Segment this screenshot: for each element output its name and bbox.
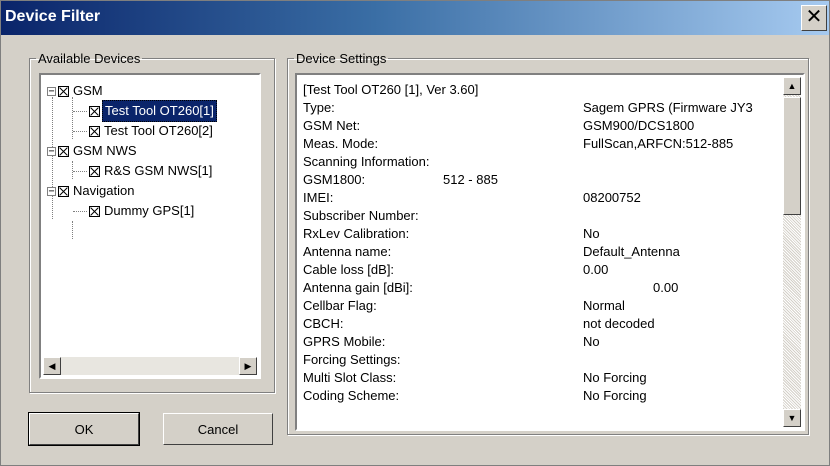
scroll-left-icon[interactable]: ◀	[43, 357, 61, 375]
setting-value: Default_Antenna	[583, 244, 680, 259]
tree-connector	[73, 130, 87, 132]
setting-value: No	[583, 226, 600, 241]
tree-node-navigation[interactable]: − Navigation	[47, 181, 136, 201]
setting-value: 0.00	[583, 262, 609, 277]
tree-node-test-tool-2[interactable]: Test Tool OT260[2]	[73, 121, 215, 141]
tree-node-label: Test Tool OT260[2]	[104, 123, 213, 138]
setting-label: Cable loss [dB]:	[303, 262, 395, 277]
close-icon[interactable]: ✕	[801, 5, 827, 31]
setting-value: FullScan,ARFCN:512-885	[583, 136, 734, 151]
setting-value: 512 - 885	[443, 172, 498, 187]
setting-label: IMEI:	[303, 190, 334, 205]
available-devices-legend: Available Devices	[38, 51, 141, 66]
scroll-right-icon[interactable]: ▶	[239, 357, 257, 375]
device-checkbox[interactable]	[58, 145, 69, 157]
device-checkbox[interactable]	[89, 165, 100, 177]
setting-value: Normal	[583, 298, 625, 313]
tree-node-gsm[interactable]: − GSM	[47, 81, 105, 101]
collapse-icon[interactable]: −	[47, 86, 56, 96]
device-checkbox[interactable]	[89, 125, 100, 137]
setting-value: 08200752	[583, 190, 641, 205]
setting-label: Multi Slot Class:	[303, 370, 397, 385]
device-checkbox[interactable]	[58, 185, 69, 197]
device-settings-list[interactable]: [Test Tool OT260 [1], Ver 3.60] Type: Sa…	[295, 73, 805, 431]
title-bar[interactable]: Device Filter ✕	[1, 1, 829, 35]
setting-value: 0.00	[653, 280, 679, 295]
tree-node-label: Navigation	[73, 183, 135, 198]
setting-label: RxLev Calibration:	[303, 226, 410, 241]
setting-value: GSM900/DCS1800	[583, 118, 695, 133]
horizontal-scrollbar[interactable]: ◀ ▶	[43, 357, 257, 375]
setting-value: not decoded	[583, 316, 655, 331]
setting-label: GSM1800:	[303, 172, 366, 187]
setting-label: Cellbar Flag:	[303, 298, 377, 313]
device-tree[interactable]: − GSM Test Tool OT260[1] Test Tool OT260…	[39, 73, 261, 379]
collapse-icon[interactable]: −	[47, 146, 56, 156]
device-settings-legend: Device Settings	[296, 51, 387, 66]
scroll-up-icon[interactable]: ▲	[783, 77, 801, 95]
tree-connector	[73, 210, 87, 212]
tree-node-label: R&S GSM NWS[1]	[104, 163, 213, 178]
setting-label: GSM Net:	[303, 118, 361, 133]
setting-label: [Test Tool OT260 [1], Ver 3.60]	[303, 82, 479, 97]
setting-label: GPRS Mobile:	[303, 334, 386, 349]
tree-connector	[73, 170, 87, 172]
setting-label: Coding Scheme:	[303, 388, 400, 403]
tree-node-label: Test Tool OT260[1]	[102, 100, 217, 122]
setting-label: CBCH:	[303, 316, 344, 331]
tree-node-label: Dummy GPS[1]	[104, 203, 195, 218]
setting-label: Antenna gain [dBi]:	[303, 280, 413, 295]
ok-button[interactable]: OK	[28, 412, 140, 446]
tree-connector	[72, 221, 73, 239]
setting-value: Sagem GPRS (Firmware JY3	[583, 100, 753, 115]
device-checkbox[interactable]	[58, 85, 69, 97]
cancel-button[interactable]: Cancel	[163, 413, 273, 445]
vertical-scrollbar[interactable]: ▲ ▼	[783, 77, 801, 427]
setting-label: Forcing Settings:	[303, 352, 401, 367]
setting-label: Type:	[303, 100, 335, 115]
tree-node-rs-gsm-nws-1[interactable]: R&S GSM NWS[1]	[73, 161, 214, 181]
scroll-down-icon[interactable]: ▼	[783, 409, 801, 427]
tree-node-label: GSM NWS	[73, 143, 137, 158]
tree-node-gsm-nws[interactable]: − GSM NWS	[47, 141, 139, 161]
setting-value: No	[583, 334, 600, 349]
device-filter-dialog: Device Filter ✕ Available Devices − GSM …	[0, 0, 830, 466]
tree-node-label: GSM	[73, 83, 103, 98]
setting-value: No Forcing	[583, 388, 647, 403]
setting-label: Meas. Mode:	[303, 136, 379, 151]
setting-label: Antenna name:	[303, 244, 392, 259]
setting-value: No Forcing	[583, 370, 647, 385]
setting-label: Subscriber Number:	[303, 208, 419, 223]
device-checkbox[interactable]	[89, 205, 100, 217]
tree-node-dummy-gps-1[interactable]: Dummy GPS[1]	[73, 201, 196, 221]
device-checkbox[interactable]	[89, 105, 100, 117]
window-title: Device Filter	[5, 8, 101, 25]
collapse-icon[interactable]: −	[47, 186, 56, 196]
scroll-thumb[interactable]	[783, 97, 801, 215]
tree-node-test-tool-1[interactable]: Test Tool OT260[1]	[73, 100, 217, 122]
tree-connector	[73, 110, 87, 112]
setting-label: Scanning Information:	[303, 154, 430, 169]
